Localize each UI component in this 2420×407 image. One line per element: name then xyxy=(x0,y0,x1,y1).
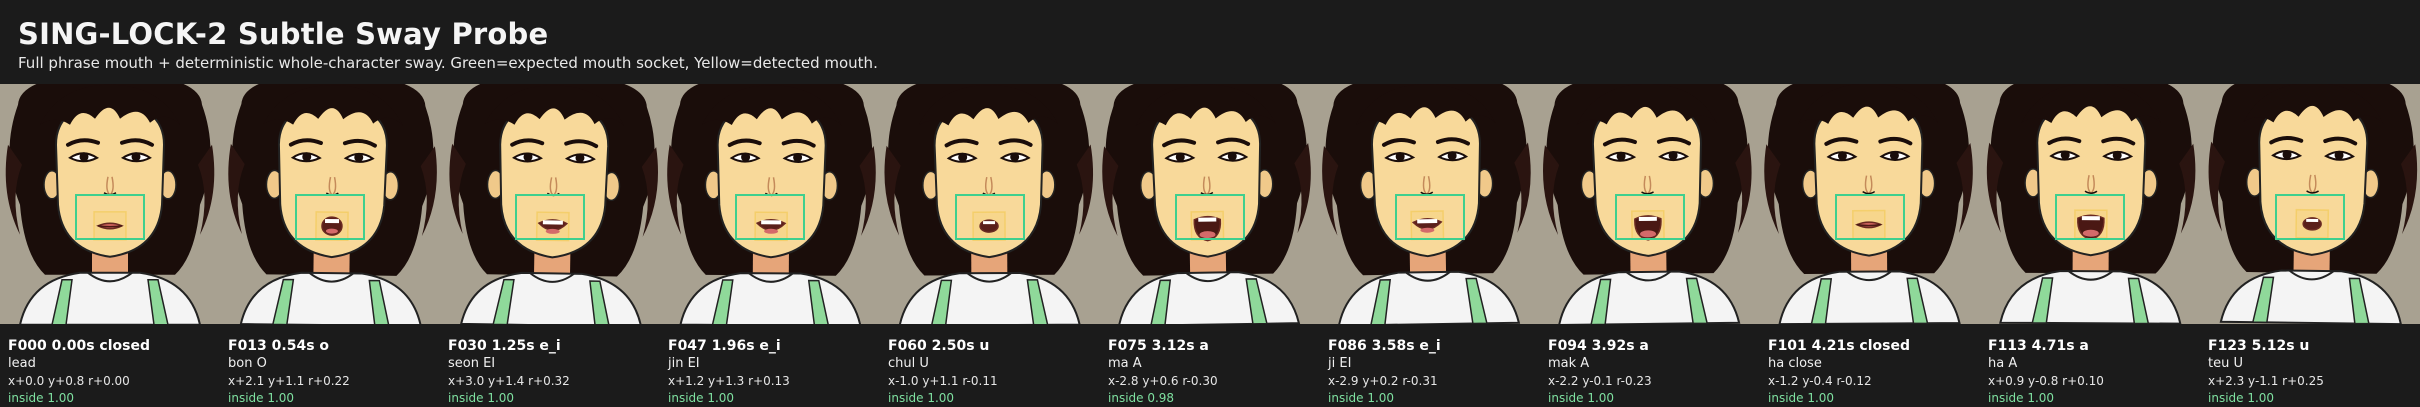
inside-score-label: inside 1.00 xyxy=(448,391,515,405)
frame-id-label: F060 2.50s u xyxy=(888,338,990,354)
frame-panel xyxy=(880,84,1100,324)
frame-label: F113 4.71s a ha A x+0.9 y-0.8 r+0.10 inside… xyxy=(1980,324,2200,405)
character-frame-image xyxy=(440,84,660,324)
lyric-label: ma A xyxy=(1108,356,1142,371)
frame-panel xyxy=(1100,84,1320,324)
character-frame-image xyxy=(1760,84,1980,324)
page-subtitle: Full phrase mouth + deterministic whole-… xyxy=(18,54,878,72)
frame-label: F075 3.12s a ma A x-2.8 y+0.6 r-0.30 inside… xyxy=(1100,324,1320,405)
frame-label: F060 2.50s u chul U x-1.0 y+1.1 r-0.11 insi… xyxy=(880,324,1100,405)
frame-label: F000 0.00s closed lead x+0.0 y+0.8 r+0.00 i… xyxy=(0,324,220,405)
frame-label: F101 4.21s closed ha close x-1.2 y-0.4 r-0… xyxy=(1760,324,1980,405)
frame-panel xyxy=(220,84,440,324)
frame-label: F123 5.12s u teu U x+2.3 y-1.1 r+0.25 insid… xyxy=(2200,324,2420,405)
frame-panel xyxy=(2200,84,2420,324)
frame-id-label: F013 0.54s o xyxy=(228,338,330,354)
inside-score-label: inside 1.00 xyxy=(1768,391,1835,405)
inside-score-label: inside 1.00 xyxy=(2208,391,2275,405)
sway-offset-label: x-1.0 y+1.1 r-0.11 xyxy=(888,374,998,388)
character-frame-image xyxy=(0,84,220,324)
frame-id-label: F030 1.25s e_i xyxy=(448,338,561,354)
frame-label: F094 3.92s a mak A x-2.2 y-0.1 r-0.23 insid… xyxy=(1540,324,1760,405)
sway-offset-label: x+1.2 y+1.3 r+0.13 xyxy=(668,374,790,388)
inside-score-label: inside 0.98 xyxy=(1108,391,1175,405)
page-title: SING-LOCK-2 Subtle Sway Probe xyxy=(18,17,549,51)
frame-label: F086 3.58s e_iji EI x-2.9 y+0.2 r-0.31 ins… xyxy=(1320,324,1540,405)
lyric-label: lead xyxy=(8,356,36,371)
frame-id-label: F086 3.58s e_i xyxy=(1328,338,1441,354)
frame-strip xyxy=(0,84,2420,324)
character-frame-image xyxy=(1540,84,1760,324)
frame-id-label: F113 4.71s a xyxy=(1988,338,2089,354)
frame-label: F047 1.96s e_ijin EI x+1.2 y+1.3 r+0.13 in… xyxy=(660,324,880,405)
frame-labels: F000 0.00s closed lead x+0.0 y+0.8 r+0.00 i… xyxy=(0,324,2420,405)
inside-score-label: inside 1.00 xyxy=(1548,391,1615,405)
character-frame-image xyxy=(1320,84,1540,324)
sway-offset-label: x-2.2 y-0.1 r-0.23 xyxy=(1548,374,1652,388)
lyric-label: ha A xyxy=(1988,356,2018,371)
sway-offset-label: x+3.0 y+1.4 r+0.32 xyxy=(448,374,570,388)
inside-score-label: inside 1.00 xyxy=(1988,391,2055,405)
frame-panel xyxy=(0,84,220,324)
character-frame-image xyxy=(220,84,440,324)
inside-score-label: inside 1.00 xyxy=(1328,391,1395,405)
character-frame-image xyxy=(1100,84,1320,324)
sway-offset-label: x-2.8 y+0.6 r-0.30 xyxy=(1108,374,1218,388)
frame-panel xyxy=(1320,84,1540,324)
lyric-label: teu U xyxy=(2208,356,2243,371)
sway-offset-label: x+2.3 y-1.1 r+0.25 xyxy=(2208,374,2324,388)
frame-id-label: F075 3.12s a xyxy=(1108,338,1209,354)
inside-score-label: inside 1.00 xyxy=(228,391,295,405)
sway-offset-label: x+0.9 y-0.8 r+0.10 xyxy=(1988,374,2104,388)
lyric-label: mak A xyxy=(1548,356,1590,371)
sway-offset-label: x+2.1 y+1.1 r+0.22 xyxy=(228,374,350,388)
frame-id-label: F101 4.21s closed xyxy=(1768,338,1910,354)
sway-offset-label: x-1.2 y-0.4 r-0.12 xyxy=(1768,374,1872,388)
inside-score-label: inside 1.00 xyxy=(8,391,75,405)
character-frame-image xyxy=(660,84,880,324)
frame-id-label: F094 3.92s a xyxy=(1548,338,1649,354)
frame-label: F013 0.54s o bon O x+2.1 y+1.1 r+0.22 insid… xyxy=(220,324,440,405)
sway-offset-label: x+0.0 y+0.8 r+0.00 xyxy=(8,374,130,388)
lyric-label: chul U xyxy=(888,356,929,371)
inside-score-label: inside 1.00 xyxy=(668,391,735,405)
lyric-label: ha close xyxy=(1768,356,1822,371)
lyric-label: ji EI xyxy=(1328,356,1352,371)
character-frame-image xyxy=(1980,84,2200,324)
frame-panel xyxy=(1980,84,2200,324)
frame-panel xyxy=(440,84,660,324)
frame-id-label: F000 0.00s closed xyxy=(8,338,150,354)
character-frame-image xyxy=(880,84,1100,324)
inside-score-label: inside 1.00 xyxy=(888,391,955,405)
character-frame-image xyxy=(2200,84,2420,324)
frame-panel xyxy=(660,84,880,324)
frame-label: F030 1.25s e_iseon EI x+3.0 y+1.4 r+0.32 i… xyxy=(440,324,660,405)
lyric-label: jin EI xyxy=(668,356,700,371)
header: SING-LOCK-2 Subtle Sway Probe Full phras… xyxy=(0,0,2420,84)
lyric-label: seon EI xyxy=(448,356,496,371)
lyric-label: bon O xyxy=(228,356,267,371)
frame-id-label: F047 1.96s e_i xyxy=(668,338,781,354)
sway-offset-label: x-2.9 y+0.2 r-0.31 xyxy=(1328,374,1438,388)
frame-id-label: F123 5.12s u xyxy=(2208,338,2310,354)
frame-panel xyxy=(1760,84,1980,324)
frame-panel xyxy=(1540,84,1760,324)
